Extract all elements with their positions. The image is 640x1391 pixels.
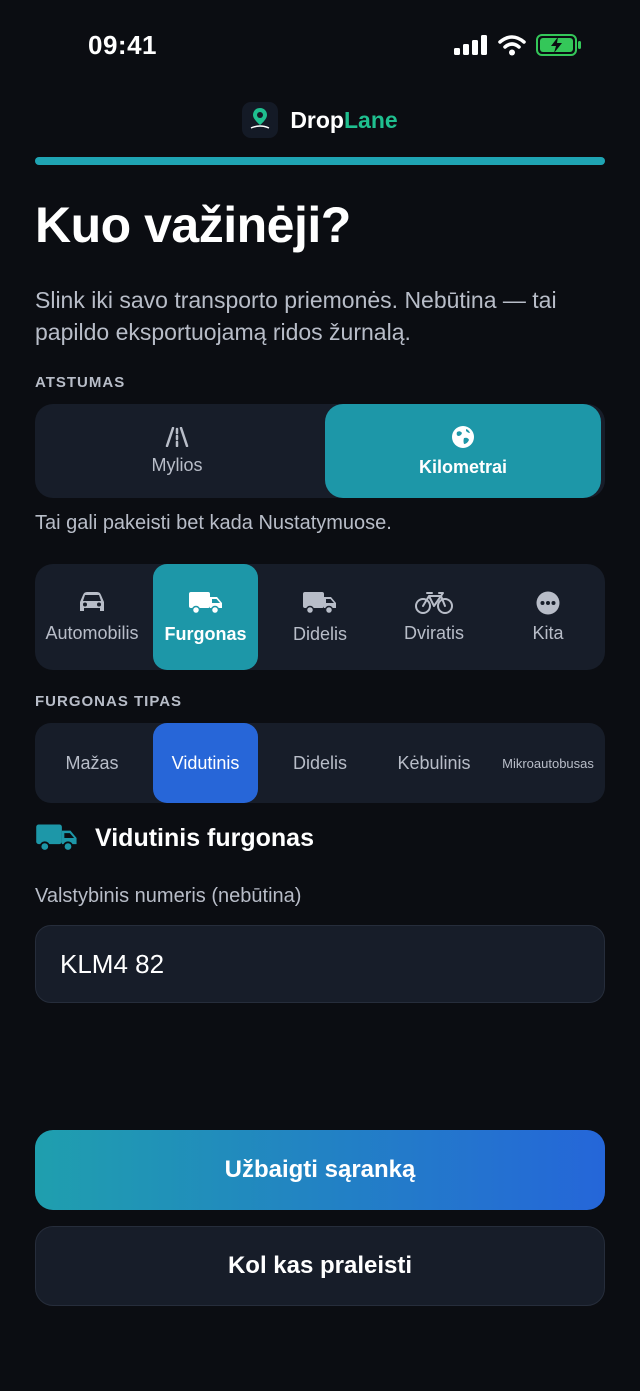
distance-label: ATSTUMAS — [35, 374, 126, 391]
brand-name-part2: Lane — [343, 106, 398, 133]
status-time: 09:41 — [88, 30, 157, 60]
skip-button[interactable]: Kol kas praleisti — [35, 1226, 605, 1306]
selected-vehicle-summary: Vidutinis furgonas — [35, 822, 314, 854]
van-type-option-box[interactable]: Kėbulinis — [377, 723, 491, 803]
distance-option-label: Mylios — [151, 454, 203, 475]
vehicle-option-truck[interactable]: Didelis — [263, 564, 377, 670]
more-icon — [536, 591, 560, 615]
globe-icon — [451, 425, 475, 449]
vehicle-option-car[interactable]: Automobilis — [35, 564, 149, 670]
truck-icon — [302, 590, 338, 616]
brand-name-part1: Drop — [290, 106, 344, 133]
vehicle-selector: Automobilis Furgonas Didelis Dviratis Ki… — [35, 564, 605, 670]
vehicle-option-other[interactable]: Kita — [491, 564, 605, 670]
battery-charging-icon — [536, 34, 582, 56]
van-type-option-medium[interactable]: Vidutinis — [153, 723, 258, 803]
brand-header: DropLane — [0, 102, 640, 138]
van-icon — [188, 590, 224, 616]
plate-input[interactable] — [35, 925, 605, 1003]
brand-name: DropLane — [290, 107, 397, 134]
vehicle-option-label: Automobilis — [45, 622, 139, 643]
selected-vehicle-label: Vidutinis furgonas — [95, 823, 314, 852]
van-type-label: FURGONAS TIPAS — [35, 693, 183, 710]
van-type-option-large[interactable]: Didelis — [263, 723, 377, 803]
progress-bar — [35, 157, 605, 165]
distance-option-kilometers[interactable]: Kilometrai — [325, 404, 601, 498]
car-icon — [77, 591, 107, 615]
distance-hint: Tai gali pakeisti bet kada Nustatymuose. — [35, 512, 392, 534]
van-icon — [35, 822, 79, 854]
page-subtitle: Slink iki savo transporto priemonės. Neb… — [35, 287, 557, 345]
vehicle-option-bicycle[interactable]: Dviratis — [377, 564, 491, 670]
vehicle-option-label: Kita — [532, 622, 564, 643]
signal-icon — [454, 35, 488, 55]
vehicle-option-label: Didelis — [292, 623, 348, 644]
distance-option-label: Kilometrai — [418, 456, 508, 477]
van-type-option-small[interactable]: Mažas — [35, 723, 149, 803]
bicycle-icon — [414, 591, 454, 615]
location-pin-icon — [251, 108, 270, 129]
finish-setup-button[interactable]: Užbaigti sąranką — [35, 1130, 605, 1210]
page-title: Kuo važinėji? — [35, 197, 351, 253]
distance-option-miles[interactable]: Mylios — [35, 404, 319, 498]
distance-segmented-control: Mylios Kilometrai — [35, 404, 605, 498]
wifi-icon — [498, 34, 526, 56]
vehicle-option-label: Dviratis — [403, 622, 464, 643]
status-icons — [454, 34, 582, 56]
plate-field-label: Valstybinis numeris (nebūtina) — [35, 885, 302, 907]
vehicle-option-van[interactable]: Furgonas — [153, 564, 258, 670]
app-logo — [242, 102, 279, 138]
van-type-option-minibus[interactable]: Mikroautobusas — [491, 723, 605, 803]
road-icon — [159, 426, 195, 447]
van-type-selector: Mažas Vidutinis Didelis Kėbulinis Mikroa… — [35, 723, 605, 803]
vehicle-option-label: Furgonas — [164, 623, 247, 644]
progress-fill — [35, 157, 605, 165]
